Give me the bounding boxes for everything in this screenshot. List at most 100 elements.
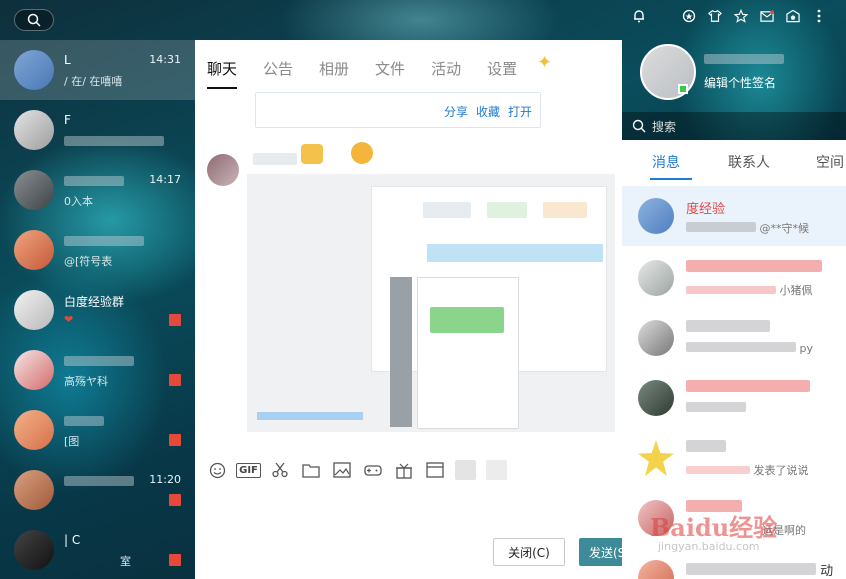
- item-name: [686, 440, 726, 456]
- chat-window: 聊天 公告 相册 文件 活动 设置 ✦ 分享 收藏 打开 GIF 关闭(C) 发…: [195, 40, 639, 579]
- search-icon: [27, 13, 41, 27]
- unread-badge: [169, 554, 181, 566]
- conversation-name: 白度经验群: [64, 295, 125, 307]
- tab-announcement[interactable]: 公告: [263, 58, 293, 89]
- conversation-item[interactable]: 高殇ヤ科: [0, 340, 195, 400]
- conversation-name: L: [64, 53, 71, 67]
- item-preview: @**守*候: [686, 220, 809, 235]
- screen-share-button[interactable]: [424, 460, 445, 480]
- gamepad-icon: [363, 465, 382, 476]
- share-link[interactable]: 分享: [444, 103, 468, 120]
- nickname: [704, 54, 784, 64]
- message-image[interactable]: [247, 174, 615, 432]
- conversation-name: [64, 356, 134, 366]
- unread-badge: [169, 374, 181, 386]
- baidu-watermark: Baidu经验: [650, 513, 778, 542]
- image-content: [417, 277, 519, 429]
- gift-button[interactable]: [393, 460, 414, 480]
- active-tab-indicator: [650, 178, 692, 180]
- signature-field[interactable]: 编辑个性签名: [704, 74, 776, 91]
- list-item[interactable]: 小猪佩: [622, 248, 846, 308]
- shirt-icon[interactable]: [708, 8, 722, 24]
- conversation-time: 14:31: [149, 53, 181, 66]
- tab-space[interactable]: 空间: [816, 152, 844, 172]
- image-content: [543, 202, 587, 218]
- screenshot-button[interactable]: [269, 460, 290, 480]
- tab-settings[interactable]: 设置: [487, 58, 517, 89]
- list-item[interactable]: 发表了说说: [622, 428, 846, 488]
- conversation-item[interactable]: 14:17 0入本: [0, 160, 195, 220]
- window-icon: [425, 462, 444, 478]
- conversation-item[interactable]: F: [0, 100, 195, 160]
- more-tool-button[interactable]: [455, 460, 476, 480]
- image-content: [257, 412, 363, 420]
- avatar: [638, 380, 674, 416]
- conversation-item[interactable]: | C 室: [0, 520, 195, 579]
- tab-activity[interactable]: 活动: [431, 58, 461, 89]
- avatar: [638, 320, 674, 356]
- conversation-item[interactable]: 白度经验群 ❤: [0, 280, 195, 340]
- image-button[interactable]: [331, 460, 352, 480]
- conversation-preview: / 在/ 在嘻嘻: [64, 75, 123, 87]
- conversation-preview: 高殇ヤ科: [64, 375, 108, 387]
- conversation-item[interactable]: [图: [0, 400, 195, 460]
- star-decoration-icon: ✦: [537, 52, 553, 73]
- avatar: [14, 110, 54, 150]
- emoji-icon: [301, 144, 323, 164]
- image-content: [487, 202, 527, 218]
- gift-icon: [395, 463, 412, 479]
- conversation-name: | C: [64, 533, 81, 547]
- search-button[interactable]: [14, 9, 54, 31]
- game-button[interactable]: [362, 460, 383, 480]
- star-icon[interactable]: [734, 8, 748, 24]
- conversation-name: [64, 236, 144, 246]
- input-toolbar: GIF: [207, 460, 507, 480]
- emoji-icon: [351, 142, 373, 164]
- unread-badge: [169, 494, 181, 506]
- list-item[interactable]: [622, 368, 846, 428]
- avatar: [14, 230, 54, 270]
- search-input[interactable]: 搜索: [622, 112, 846, 140]
- more-tool-button[interactable]: [486, 460, 507, 480]
- unread-badge: [169, 314, 181, 326]
- emoji-button[interactable]: [207, 460, 228, 480]
- online-status-icon[interactable]: [678, 84, 688, 94]
- conversation-item[interactable]: L 14:31 / 在/ 在嘻嘻: [0, 40, 195, 100]
- conversation-preview: ❤: [64, 313, 74, 326]
- file-button[interactable]: [300, 460, 321, 480]
- close-button[interactable]: 关闭(C): [493, 538, 565, 566]
- smiley-icon: [209, 462, 226, 478]
- image-content: [430, 307, 504, 333]
- tab-album[interactable]: 相册: [319, 58, 349, 89]
- level-icon[interactable]: [682, 8, 696, 24]
- collect-link[interactable]: 收藏: [476, 103, 500, 120]
- conversation-list: L 14:31 / 在/ 在嘻嘻 F 14:17 0入本 @[符号表 白度经验群…: [0, 0, 195, 579]
- avatar: [14, 410, 54, 450]
- avatar: [14, 350, 54, 390]
- gift-box-icon[interactable]: [786, 8, 800, 24]
- avatar: [638, 198, 674, 234]
- list-item[interactable]: 度经验 @**守*候: [622, 186, 846, 246]
- conversation-item[interactable]: 11:20: [0, 460, 195, 520]
- tab-files[interactable]: 文件: [375, 58, 405, 89]
- gif-icon: GIF: [236, 462, 261, 478]
- share-bar: 分享 收藏 打开: [255, 92, 541, 128]
- conversation-time: 14:17: [149, 173, 181, 186]
- open-link[interactable]: 打开: [508, 103, 532, 120]
- unread-badge: [169, 434, 181, 446]
- bell-icon[interactable]: [632, 8, 646, 24]
- conversation-preview: [64, 136, 164, 146]
- tab-chat[interactable]: 聊天: [207, 58, 238, 89]
- baidu-watermark-url: jingyan.baidu.com: [658, 540, 760, 553]
- chat-tabs: 聊天 公告 相册 文件 活动 设置: [207, 58, 543, 89]
- conversation-item[interactable]: @[符号表: [0, 220, 195, 280]
- list-item[interactable]: py: [622, 308, 846, 368]
- mail-icon[interactable]: [760, 8, 774, 24]
- gif-button[interactable]: GIF: [236, 460, 261, 480]
- more-icon[interactable]: [812, 8, 826, 24]
- item-preview: py: [686, 342, 813, 356]
- avatar[interactable]: [207, 154, 239, 186]
- tab-contacts[interactable]: 联系人: [728, 152, 770, 172]
- tab-messages[interactable]: 消息: [652, 152, 680, 172]
- panel-tabs: 消息 联系人 空间: [622, 152, 846, 172]
